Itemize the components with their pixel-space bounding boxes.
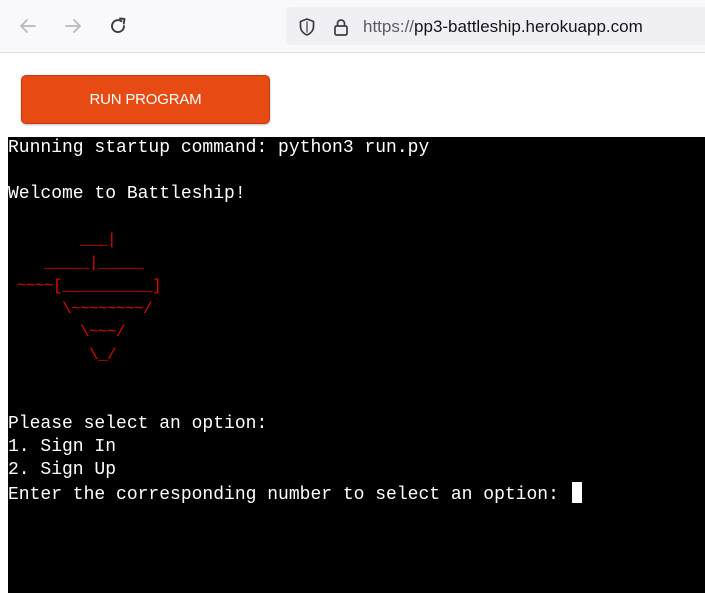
- page-content: RUN PROGRAM Running startup command: pyt…: [0, 53, 705, 593]
- reload-icon[interactable]: [104, 12, 132, 40]
- browser-toolbar: https://pp3-battleship.herokuapp.com: [0, 0, 705, 53]
- url-scheme: https://: [363, 17, 415, 36]
- option-sign-up: 2. Sign Up: [8, 460, 117, 480]
- input-prompt: Enter the corresponding number to select…: [8, 485, 570, 505]
- run-program-button[interactable]: RUN PROGRAM: [21, 75, 270, 124]
- shield-icon[interactable]: [296, 16, 318, 38]
- option-sign-in: 1. Sign In: [8, 437, 117, 457]
- forward-arrow-icon[interactable]: [59, 12, 87, 40]
- url-host: pp3-battleship.herokuapp.com: [414, 17, 643, 36]
- back-arrow-icon[interactable]: [14, 12, 42, 40]
- address-bar[interactable]: https://pp3-battleship.herokuapp.com: [286, 7, 705, 45]
- battleship-ascii-art: ___| _____|_____ ~~~~[__________] \~~~~~…: [17, 231, 162, 364]
- terminal[interactable]: Running startup command: python3 run.py …: [8, 137, 705, 593]
- lock-icon[interactable]: [330, 16, 352, 38]
- menu-prompt: Please select an option:: [8, 414, 268, 434]
- terminal-cursor[interactable]: [571, 482, 582, 503]
- startup-command-line: Running startup command: python3 run.py: [8, 138, 430, 158]
- welcome-line: Welcome to Battleship!: [8, 184, 246, 204]
- url-text[interactable]: https://pp3-battleship.herokuapp.com: [363, 16, 643, 38]
- input-prompt-line[interactable]: Enter the corresponding number to select…: [8, 482, 582, 507]
